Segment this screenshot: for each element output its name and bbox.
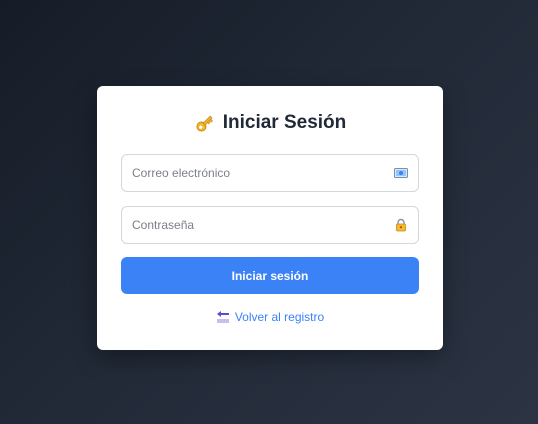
back-to-register-link[interactable]: Volver al registro — [97, 308, 443, 326]
page-title: Iniciar Sesión — [222, 112, 347, 133]
login-button[interactable]: Iniciar sesión — [121, 257, 419, 294]
key-icon — [194, 112, 216, 134]
email-input[interactable] — [122, 155, 418, 191]
password-input[interactable] — [122, 207, 418, 243]
lock-icon — [394, 218, 408, 232]
login-card: Iniciar Sesión Iniciar sesión — [97, 86, 443, 350]
login-header: Iniciar Sesión — [97, 110, 443, 136]
password-field[interactable] — [121, 206, 419, 244]
envelope-icon — [394, 166, 408, 180]
back-to-register-label: Volver al registro — [234, 310, 325, 324]
back-arrow-icon — [216, 310, 230, 324]
email-field[interactable] — [121, 154, 419, 192]
